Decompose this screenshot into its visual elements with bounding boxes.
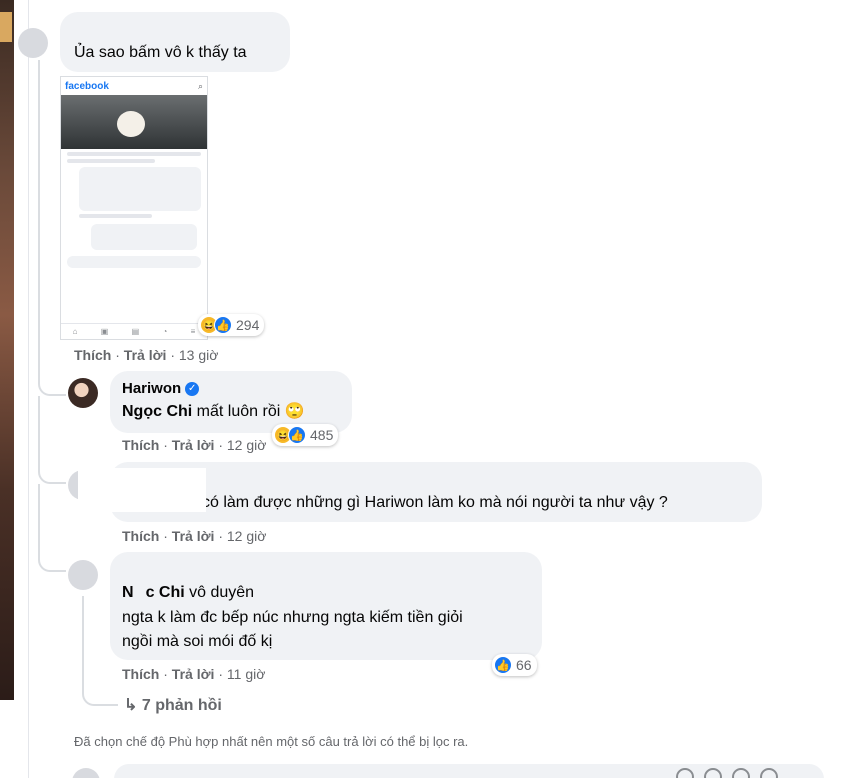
emoji-icon[interactable] — [676, 768, 694, 778]
mention-tag[interactable]: Ngọc Chi — [122, 403, 192, 420]
mention-tag[interactable]: c Chi — [146, 584, 185, 601]
like-action[interactable]: Thích — [122, 437, 159, 453]
reply-actions: Thích · Trả lời · 11 giờ — [122, 666, 266, 682]
author-name[interactable]: Hariwon — [122, 380, 181, 397]
attachment-nav-bar: ⌂ ▣ ▤ ◔ ≡ — [61, 323, 207, 339]
comment-text: Ủa sao bấm vô k thấy ta — [74, 44, 247, 61]
marketplace-icon: ▤ — [131, 327, 140, 336]
like-reaction-icon: 👍 — [494, 656, 512, 674]
reply-text-line1: vô duyên — [189, 584, 255, 601]
reaction-summary[interactable]: 👍 66 — [492, 654, 537, 676]
reaction-summary[interactable]: 😆 👍 485 — [272, 424, 339, 446]
comment-input-icons — [676, 768, 778, 778]
gif-icon[interactable] — [732, 768, 750, 778]
reply-text: có làm được những gì Hariwon làm ko mà n… — [202, 494, 668, 511]
timestamp[interactable]: 13 giờ — [179, 347, 219, 363]
thread-line — [38, 60, 40, 360]
mention-tag-prefix: N — [122, 584, 134, 601]
avatar — [72, 768, 100, 778]
comment-bubble: Ủa sao bấm vô k thấy ta — [60, 12, 290, 72]
avatar[interactable] — [18, 28, 48, 58]
reply-action[interactable]: Trả lời — [172, 528, 215, 544]
comment-attachment-screenshot[interactable]: facebook ⌕ ⌂ ▣ ▤ ◔ ≡ — [60, 76, 208, 340]
like-action[interactable]: Thích — [74, 347, 111, 363]
camera-icon[interactable] — [704, 768, 722, 778]
reply-text-line3: ngồi mà soi mói đố kị — [122, 633, 273, 650]
like-action[interactable]: Thích — [122, 666, 159, 682]
timestamp[interactable]: 12 giờ — [227, 528, 267, 544]
timestamp[interactable]: 12 giờ — [227, 437, 267, 453]
photo-thumbnail — [0, 12, 12, 42]
reply-bubble: có làm được những gì Hariwon làm ko mà n… — [110, 462, 762, 522]
redacted-name — [118, 556, 288, 578]
reply-action[interactable]: Trả lời — [172, 666, 215, 682]
like-reaction-icon: 👍 — [288, 426, 306, 444]
search-icon: ⌕ — [197, 80, 203, 91]
reply-text: mất luôn rồi 🙄 — [196, 403, 305, 420]
avatar-hariwon[interactable] — [68, 378, 98, 408]
home-icon: ⌂ — [72, 327, 78, 336]
timestamp[interactable]: 11 giờ — [227, 666, 266, 682]
avatar[interactable] — [68, 560, 98, 590]
background-photo-edge — [0, 0, 14, 700]
reply-arrow-icon: ↳ — [124, 697, 138, 714]
view-more-replies-link[interactable]: ↳ 7 phản hồi — [124, 695, 222, 715]
notifications-icon: ◔ — [162, 327, 168, 336]
menu-icon: ≡ — [190, 327, 196, 336]
reaction-count: 294 — [236, 317, 260, 333]
verified-badge-icon: ✓ — [185, 381, 200, 396]
reply-text-line2: ngta k làm đc bếp núc nhưng ngta kiếm ti… — [122, 609, 463, 626]
reaction-count: 66 — [516, 657, 532, 673]
reply-action[interactable]: Trả lời — [172, 437, 215, 453]
panel-divider — [28, 0, 29, 778]
video-icon: ▣ — [100, 327, 109, 336]
like-reaction-icon: 👍 — [214, 316, 232, 334]
reply-action[interactable]: Trả lời — [124, 347, 167, 363]
attachment-photo — [61, 95, 207, 149]
like-action[interactable]: Thích — [122, 528, 159, 544]
sticker-icon[interactable] — [760, 768, 778, 778]
filter-notice: Đã chọn chế độ Phù hợp nhất nên một số c… — [74, 734, 469, 749]
reaction-summary[interactable]: 😆 👍 294 — [198, 314, 265, 336]
redacted-name — [78, 468, 206, 512]
comment-actions: Thích · Trả lời · 13 giờ — [74, 347, 219, 363]
reply-actions: Thích · Trả lời · 12 giờ — [122, 437, 267, 453]
reaction-count: 485 — [310, 427, 334, 443]
reply-actions: Thích · Trả lời · 12 giờ — [122, 528, 267, 544]
facebook-logo: facebook — [65, 80, 109, 92]
